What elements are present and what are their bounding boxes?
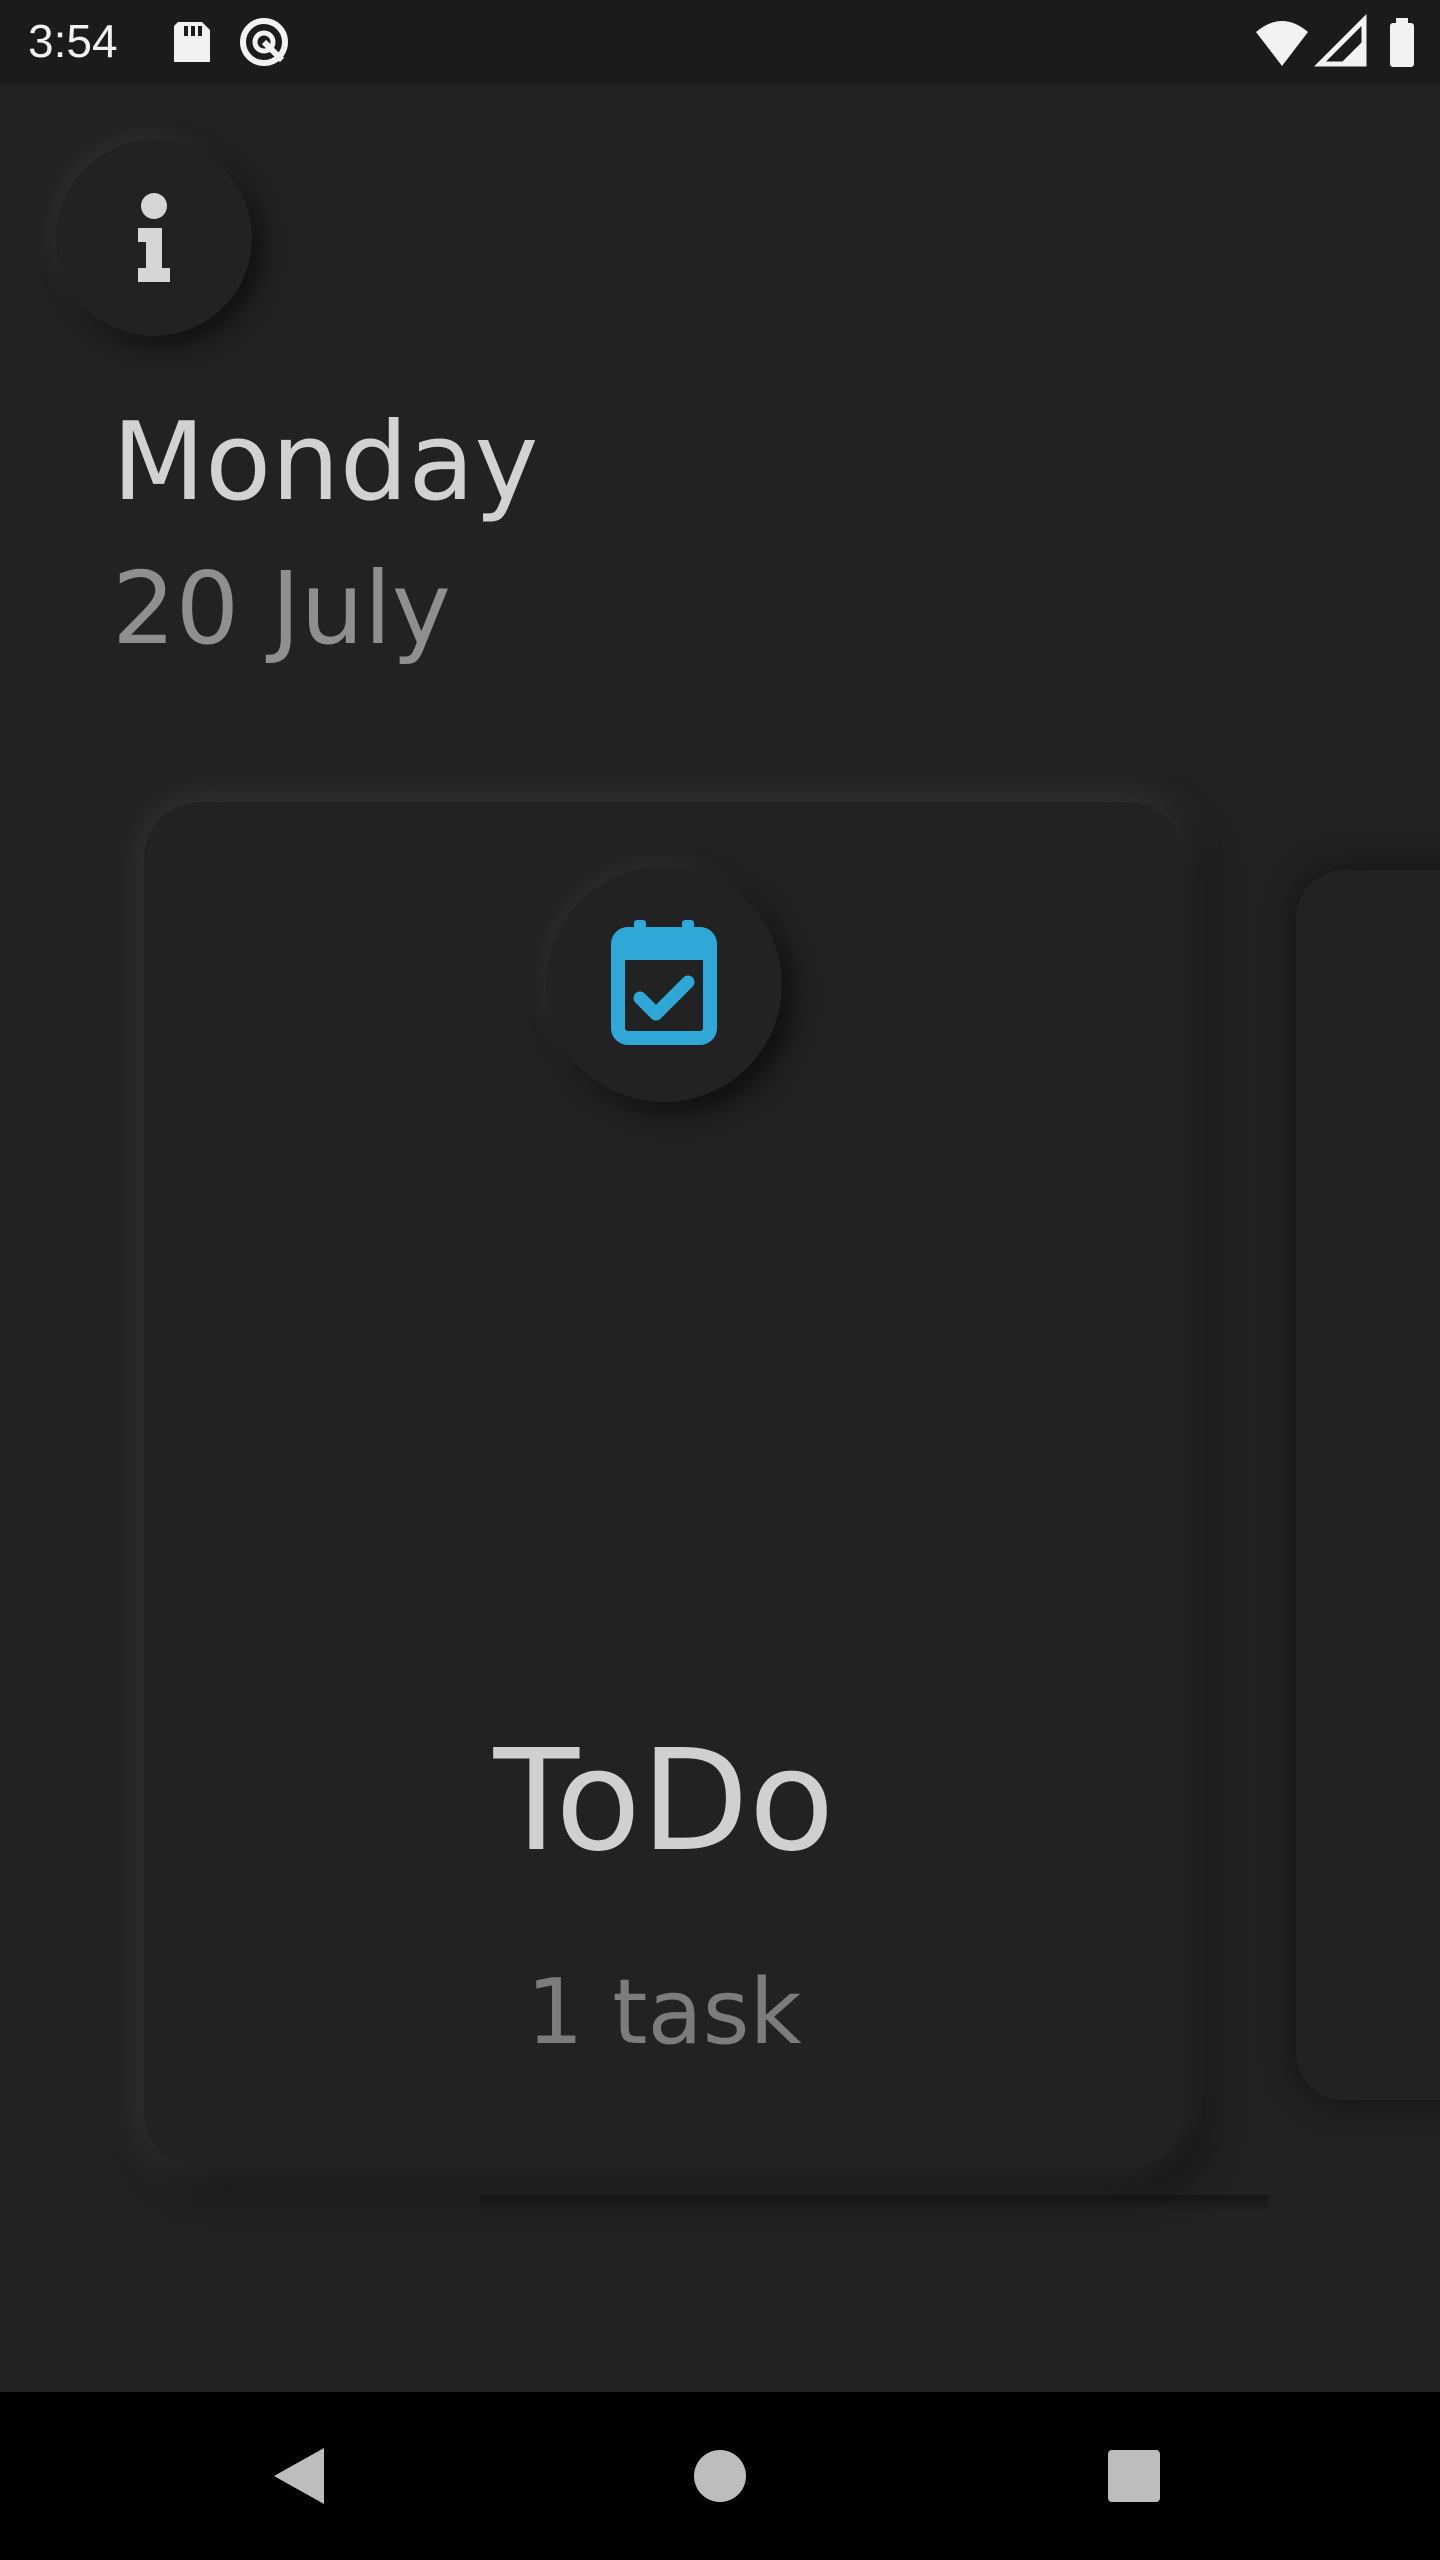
status-bar: 3:54: [0, 0, 1440, 84]
status-time: 3:54: [28, 15, 118, 67]
signal-icon: [1313, 13, 1370, 70]
card-title: ToDo: [493, 1720, 835, 1883]
date-subtitle: 20 July: [112, 550, 451, 667]
card-icon-circle: [546, 866, 782, 1102]
recents-button[interactable]: [1076, 2418, 1192, 2534]
next-card[interactable]: [1296, 870, 1440, 2100]
day-title: Monday: [112, 400, 539, 525]
data-saver-icon: [236, 14, 292, 70]
card-task-count: 1 task: [526, 1960, 802, 2065]
screen: 3:54 Monday 20 July ToDo 1 task: [0, 0, 1440, 2560]
card-shadow: [480, 2195, 1268, 2211]
info-icon: [138, 193, 170, 282]
back-button[interactable]: [244, 2418, 360, 2534]
recents-icon: [1108, 2450, 1160, 2502]
home-button[interactable]: [662, 2418, 778, 2534]
nav-bar: [0, 2392, 1440, 2560]
info-button[interactable]: [56, 140, 252, 336]
back-icon: [274, 2448, 324, 2504]
home-icon: [694, 2450, 746, 2502]
calendar-check-icon: [611, 920, 717, 1045]
sd-card-icon: [164, 14, 220, 70]
battery-icon: [1374, 14, 1430, 70]
wifi-icon: [1254, 14, 1310, 70]
